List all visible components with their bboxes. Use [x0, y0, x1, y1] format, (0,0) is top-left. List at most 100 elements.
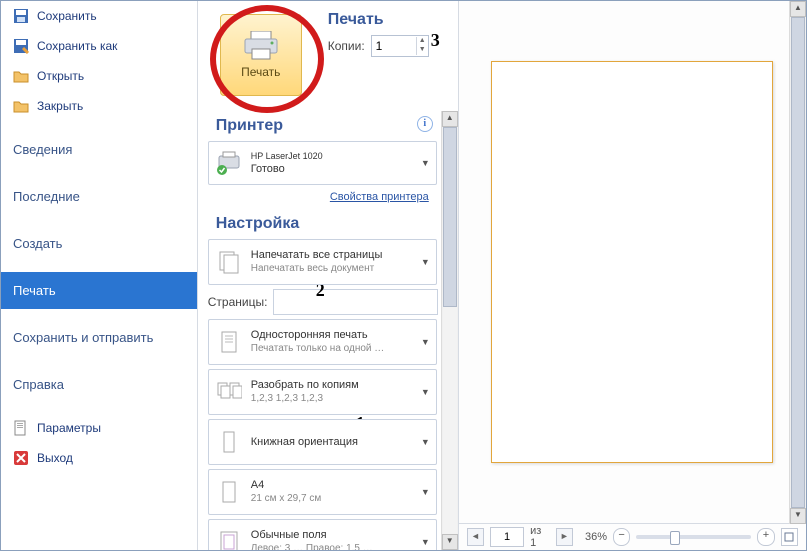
close-folder-icon	[13, 98, 29, 114]
chevron-down-icon: ▼	[421, 387, 430, 397]
printer-icon	[243, 31, 279, 61]
prev-page-button[interactable]: ◄	[467, 528, 484, 546]
print-button-wrap: Печать	[206, 7, 316, 103]
open-icon	[13, 68, 29, 84]
sidebar-item-help[interactable]: Справка	[1, 366, 197, 403]
zoom-slider[interactable]	[636, 535, 751, 539]
sidebar-item-open[interactable]: Открыть	[1, 61, 197, 91]
label: Сохранить как	[37, 39, 117, 53]
printer-section-title: Принтер	[206, 111, 293, 137]
opt-sub: 1,2,3 1,2,3 1,2,3	[251, 392, 359, 405]
preview-footer: ◄ из 1 ► 36% − +	[459, 523, 806, 550]
label: Выход	[37, 451, 73, 465]
settings-section-title: Настройка	[206, 209, 439, 235]
collate-icon	[215, 378, 243, 406]
label: Сохранить	[37, 9, 97, 23]
sidebar-item-save-send[interactable]: Сохранить и отправить	[1, 319, 197, 356]
scroll-up[interactable]: ▲	[442, 111, 458, 127]
opt-sub: Напечатать весь документ	[251, 262, 383, 275]
sidebar-item-recent[interactable]: Последние	[1, 178, 197, 215]
chevron-down-icon: ▼	[421, 257, 430, 267]
page-number-input[interactable]	[490, 527, 524, 547]
chevron-down-icon: ▼	[421, 487, 430, 497]
printer-status: Готово	[251, 163, 323, 176]
zoom-in-button[interactable]: +	[757, 528, 774, 546]
options-icon	[13, 420, 29, 436]
copies-label: Копии:	[328, 39, 365, 53]
backstage-sidebar: Сохранить Сохранить как Открыть Закрыть …	[1, 1, 198, 550]
chevron-down-icon: ▼	[421, 437, 430, 447]
preview-page	[491, 61, 773, 463]
print-button[interactable]: Печать	[220, 14, 302, 96]
opt-title: A4	[251, 479, 321, 492]
print-preview-panel: ▲ ▼ ◄ из 1 ► 36% − +	[459, 1, 806, 550]
pages-input[interactable]	[273, 289, 438, 315]
printer-status-icon	[215, 149, 243, 177]
opt-title: Книжная ориентация	[251, 436, 358, 449]
sidebar-item-save-as[interactable]: Сохранить как	[1, 31, 197, 61]
label: Справка	[13, 377, 64, 392]
opt-title: Обычные поля	[251, 529, 373, 542]
label: Открыть	[37, 69, 84, 83]
chevron-down-icon: ▼	[421, 537, 430, 547]
label: Параметры	[37, 421, 101, 435]
print-title: Печать	[328, 11, 429, 29]
next-page-button[interactable]: ►	[556, 528, 573, 546]
label: Сохранить и отправить	[13, 330, 153, 345]
printer-selector[interactable]: HP LaserJet 1020 Готово ▼	[208, 141, 437, 185]
sidebar-item-exit[interactable]: Выход	[1, 443, 197, 473]
save-icon	[13, 8, 29, 24]
sidebar-item-close[interactable]: Закрыть	[1, 91, 197, 121]
zoom-out-button[interactable]: −	[613, 528, 630, 546]
printer-info-icon[interactable]: i	[417, 116, 433, 132]
copies-up[interactable]: ▲	[416, 37, 428, 46]
preview-scrollbar[interactable]: ▲ ▼	[789, 1, 806, 524]
label: Сведения	[13, 142, 72, 157]
margins-icon	[215, 528, 243, 550]
print-settings-panel: Печать Печать Копии: ▲▼ 3 Принтер	[198, 1, 459, 550]
copies-input[interactable]	[372, 37, 416, 55]
label: Последние	[13, 189, 80, 204]
scroll-up[interactable]: ▲	[790, 1, 806, 17]
copies-spinner[interactable]: ▲▼	[371, 35, 429, 57]
page-size-icon	[215, 478, 243, 506]
label: Печать	[13, 283, 56, 298]
chevron-down-icon: ▼	[421, 158, 430, 168]
scroll-down[interactable]: ▼	[790, 508, 806, 524]
app-window: Сохранить Сохранить как Открыть Закрыть …	[0, 0, 807, 551]
zoom-fit-button[interactable]	[781, 528, 798, 546]
sidebar-item-print[interactable]: Печать	[1, 272, 197, 309]
copies-down[interactable]: ▼	[416, 46, 428, 55]
settings-scrollbar[interactable]: ▲ ▼	[441, 111, 458, 550]
scroll-thumb[interactable]	[791, 17, 805, 508]
opt-margins[interactable]: Обычные поляЛевое: 3 … Правое: 1,5 … ▼	[208, 519, 437, 550]
zoom-percent: 36%	[585, 531, 607, 543]
portrait-icon	[215, 428, 243, 456]
printer-name: HP LaserJet 1020	[251, 150, 323, 163]
opt-title: Напечатать все страницы	[251, 249, 383, 262]
save-as-icon	[13, 38, 29, 54]
opt-sub: 21 см x 29,7 см	[251, 492, 321, 505]
printer-properties-link[interactable]: Свойства принтера	[206, 189, 439, 209]
chevron-down-icon: ▼	[421, 337, 430, 347]
print-header: Печать Печать Копии: ▲▼ 3	[198, 1, 458, 111]
sidebar-item-info[interactable]: Сведения	[1, 131, 197, 168]
opt-sub: Левое: 3 … Правое: 1,5 …	[251, 542, 373, 550]
opt-one-sided[interactable]: Односторонняя печатьПечатать только на о…	[208, 319, 437, 365]
sidebar-item-save[interactable]: Сохранить	[1, 1, 197, 31]
opt-collate[interactable]: Разобрать по копиям1,2,3 1,2,3 1,2,3 ▼	[208, 369, 437, 415]
opt-print-all[interactable]: Напечатать все страницыНапечатать весь д…	[208, 239, 437, 285]
opt-title: Односторонняя печать	[251, 329, 385, 342]
opt-paper-size[interactable]: A421 см x 29,7 см ▼	[208, 469, 437, 515]
zoom-slider-knob[interactable]	[670, 531, 680, 545]
label: Закрыть	[37, 99, 83, 113]
sidebar-item-options[interactable]: Параметры	[1, 413, 197, 443]
scroll-thumb[interactable]	[443, 127, 457, 307]
scroll-down[interactable]: ▼	[442, 534, 458, 550]
one-sided-icon	[215, 328, 243, 356]
sidebar-item-new[interactable]: Создать	[1, 225, 197, 262]
opt-orientation[interactable]: Книжная ориентация ▼	[208, 419, 437, 465]
label: Создать	[13, 236, 62, 251]
annotation-3: 3	[431, 31, 440, 49]
page-of-label: из 1	[530, 525, 550, 549]
